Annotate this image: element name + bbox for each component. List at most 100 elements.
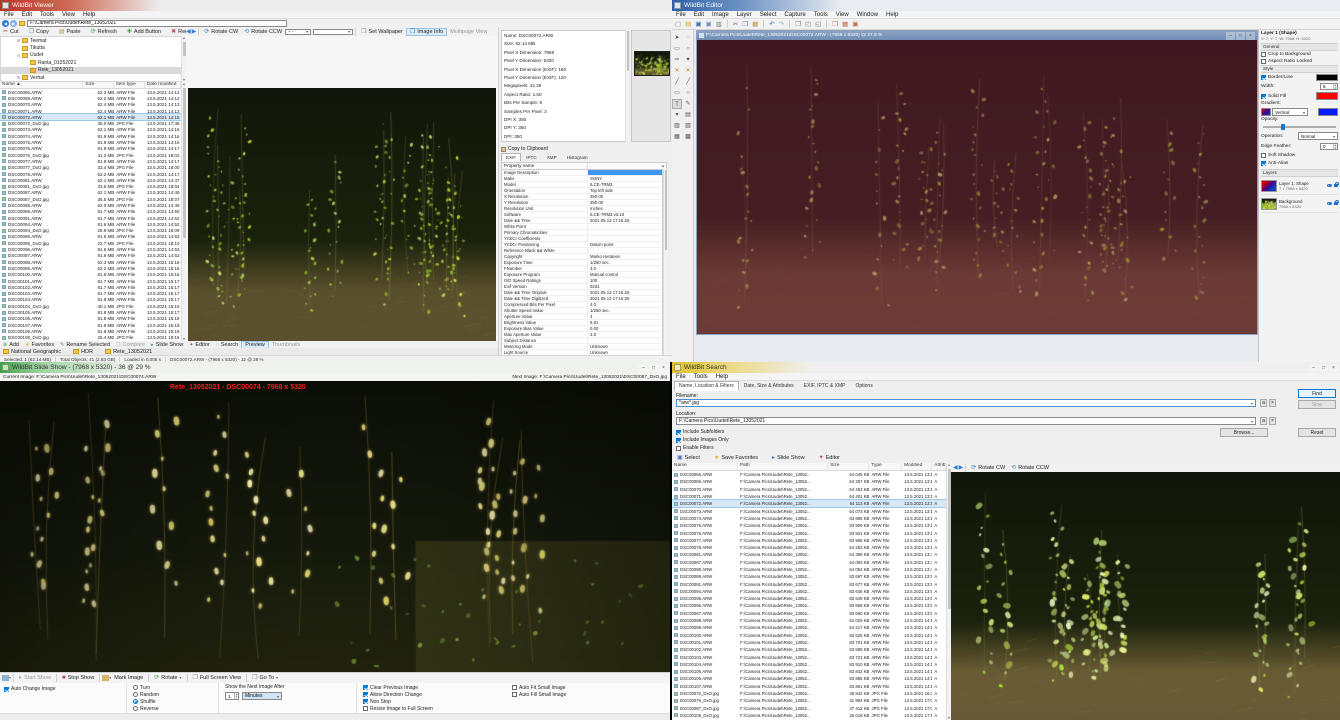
results-column-modified[interactable]: Modified [902,463,932,470]
result-row[interactable]: DSC00105.ARWF:\Camera Pics\Uudet\Rete_13… [672,668,946,675]
search-titlebar[interactable]: WildBit Search –□× [672,362,1340,373]
result-row[interactable]: DSC00072_DxO.jpgF:\Camera Pics\Uudet\Ret… [672,690,946,697]
editor-menu-edit[interactable]: Edit [690,12,708,18]
file-row[interactable]: DSC00076.ARW81.9 MBARW File13.5.2021 14:… [0,146,181,152]
viewer-menu-edit[interactable]: Edit [18,12,36,18]
next-after-unit-select[interactable]: Minutes▾ [242,692,282,700]
file-row[interactable]: DSC00099.ARW62.2 MBARW File13.5.2021 15:… [0,265,181,271]
rect-shape-tool[interactable]: ▭ [672,88,682,98]
copy-clipboard-button[interactable]: Copy to Clipboard [501,145,548,153]
folder-tab-hdr[interactable]: HDR [70,349,96,355]
solid-fill-checkbox[interactable]: Solid Fill [1261,91,1338,101]
file-row[interactable]: DSC00108_DxO.jpg25.4 MBJPG File13.5.2021… [0,335,181,341]
result-row[interactable]: DSC00102.ARWF:\Camera Pics\Uudet\Rete_13… [672,646,946,653]
search-close-icon[interactable]: × [1329,364,1338,372]
new-icon[interactable]: ▢ [674,20,682,29]
save-favorites-button[interactable]: ★Save Favorites [711,455,761,461]
filename-clear-button[interactable]: × [1269,399,1276,407]
clone-tool[interactable]: ▦ [672,132,682,142]
file-row[interactable]: DSC00096.ARW81.6 MBARW File13.5.2021 14:… [0,246,181,252]
results-column-type[interactable]: Type [869,463,902,470]
file-row[interactable]: DSC00087_DxO.jpg36.5 MBJPG File13.5.2021… [0,196,181,202]
stop-button[interactable]: Stop [1298,400,1336,409]
crop-to-background-checkbox[interactable]: Crop to Background [1261,51,1338,58]
search-rotate-ccw-button[interactable]: ⟲Rotate CCW [1008,465,1052,471]
file-row[interactable]: DSC00077_DxO.jpg33.4 MBJPG File13.5.2021… [0,165,181,171]
tree-item-tikutta[interactable]: Tikutta [1,44,185,51]
result-row[interactable]: DSC00104.ARWF:\Camera Pics\Uudet\Rete_13… [672,661,946,668]
result-row[interactable]: DSC00069.ARWF:\Camera Pics\Uudet\Rete_13… [672,478,946,485]
capture-screen-icon[interactable]: ❐ [794,20,802,29]
editor-button[interactable]: ✦Editor [186,342,213,348]
location-clear-button[interactable]: × [1269,417,1276,425]
editor-menu-window[interactable]: Window [853,12,882,18]
rotate-button[interactable]: ⟳Rotate▾ [151,675,184,681]
layer-visible-icon[interactable] [1327,184,1332,188]
layer-lock-icon[interactable] [1334,202,1338,206]
fill-tool[interactable]: ▨ [672,121,682,131]
column-header-item-type[interactable]: Item type [114,82,145,88]
results-column-size[interactable]: Size [828,463,869,470]
lasso-tool[interactable]: ✑ [672,55,682,65]
address-input[interactable]: F:\Camera Pics\Uudet\Rete_13052021 [27,20,287,27]
non-stop-checkbox[interactable]: Non Stop [363,698,506,705]
mark-image-button[interactable]: Mark Image [111,675,146,681]
viewer-menu-tools[interactable]: Tools [36,12,58,18]
eraser-tool[interactable]: ▩ [683,132,693,142]
magic-wand-tool[interactable]: ✦ [683,55,693,65]
show-list-icon[interactable] [2,675,9,681]
soft-shadow-checkbox[interactable]: Soft Shadow [1261,151,1338,159]
delete-tool[interactable]: ✕ [672,66,682,76]
search-menu-tools[interactable]: Tools [690,374,712,380]
file-row[interactable]: DSC00102.ARW81.7 MBARW File13.5.2021 15:… [0,284,181,290]
stop-show-button[interactable]: ■Stop Show [59,675,97,681]
file-row[interactable]: DSC00104.ARW81.9 MBARW File13.5.2021 15:… [0,297,181,303]
file-row[interactable]: DSC00066.ARW62.3 MBARW File13.5.2021 14:… [0,89,181,95]
print-icon[interactable]: ▥ [715,20,723,29]
file-row[interactable]: DSC00106.ARW81.8 MBARW File13.5.2021 15:… [0,316,181,322]
ss-close-icon[interactable]: × [659,364,668,372]
image-info-button[interactable]: ❐Image Info [406,28,447,36]
file-row[interactable]: DSC00071.ARW62.4 MBARW File13.5.2021 14:… [0,108,181,114]
toolbar-cut[interactable]: ✂Cut [0,29,22,35]
add-button[interactable]: ⊕Add [0,342,22,348]
find-button[interactable]: Find [1298,389,1336,398]
show-list-dropdown-icon[interactable]: ▾ [9,675,11,681]
doc-close-icon[interactable]: × [1246,32,1255,40]
result-row[interactable]: DSC00081.ARWF:\Camera Pics\Uudet\Rete_13… [672,551,946,558]
ellipse-shape-tool[interactable]: ○ [683,88,693,98]
forward-icon[interactable]: ▶ [10,20,17,27]
order-radio-shuffle[interactable]: Shuffle [133,698,218,705]
allow-direction-change-checkbox[interactable]: Allow Direction Change [363,691,506,698]
location-input[interactable]: F:\Camera Pics\Uudet\Rete_13052021▾ [676,417,1256,425]
gradient-color-swatch[interactable] [1318,108,1338,116]
open-icon[interactable]: ▤ [684,20,692,29]
toolbar-refresh[interactable]: ⟳Refresh [88,29,120,35]
enable-filters-checkbox[interactable]: Enable Filters [676,444,876,452]
file-row[interactable]: DSC00081.ARW62.1 MBARW File13.5.2021 14:… [0,177,181,183]
result-row[interactable]: DSC00096.ARWF:\Camera Pics\Uudet\Rete_13… [672,602,946,609]
rename-selected-button[interactable]: ✎Rename Selected [57,342,113,348]
result-row[interactable]: DSC00087_DxO.jpgF:\Camera Pics\Uudet\Ret… [672,705,946,712]
result-row[interactable]: DSC00071.ARWF:\Camera Pics\Uudet\Rete_13… [672,493,946,500]
eyedropper-tool[interactable]: ▾ [672,110,682,120]
doc-minimize-icon[interactable]: – [1226,32,1235,40]
ss-minimize-icon[interactable]: – [639,364,648,372]
slide-show-button[interactable]: ▸Slide Show [769,455,808,461]
search-next-icon[interactable]: ▶ [959,465,964,471]
info-tab-histogram[interactable]: Histogram [562,153,593,162]
search-rotate-cw-button[interactable]: ⟳Rotate CW [968,465,1008,471]
editor-button[interactable]: ✦Editor [816,455,843,461]
results-column-name[interactable]: Name [672,463,738,470]
folder-tab-national-geographic[interactable]: National Geographic [0,349,64,355]
viewer-menu-view[interactable]: View [58,12,79,18]
tile-windows-icon[interactable]: ▦ [841,20,849,29]
file-row[interactable]: DSC00081_DxO.jpg33.5 MBJPG File13.5.2021… [0,183,181,189]
tree-item-rete_13052021[interactable]: Rete_13052021 [1,67,185,74]
opacity-slider[interactable] [1261,123,1338,131]
result-row[interactable]: DSC00087.ARWF:\Camera Pics\Uudet\Rete_13… [672,559,946,566]
folder-tab-rete---------[interactable]: Rete_13052021 [102,349,155,355]
file-row[interactable]: DSC00072_DxO.jpg35.0 MBJPG File13.5.2021… [0,120,181,126]
browse-button[interactable]: Browse... [1220,428,1268,437]
layer-item[interactable]: Background7968 x 5320 [1261,195,1338,213]
